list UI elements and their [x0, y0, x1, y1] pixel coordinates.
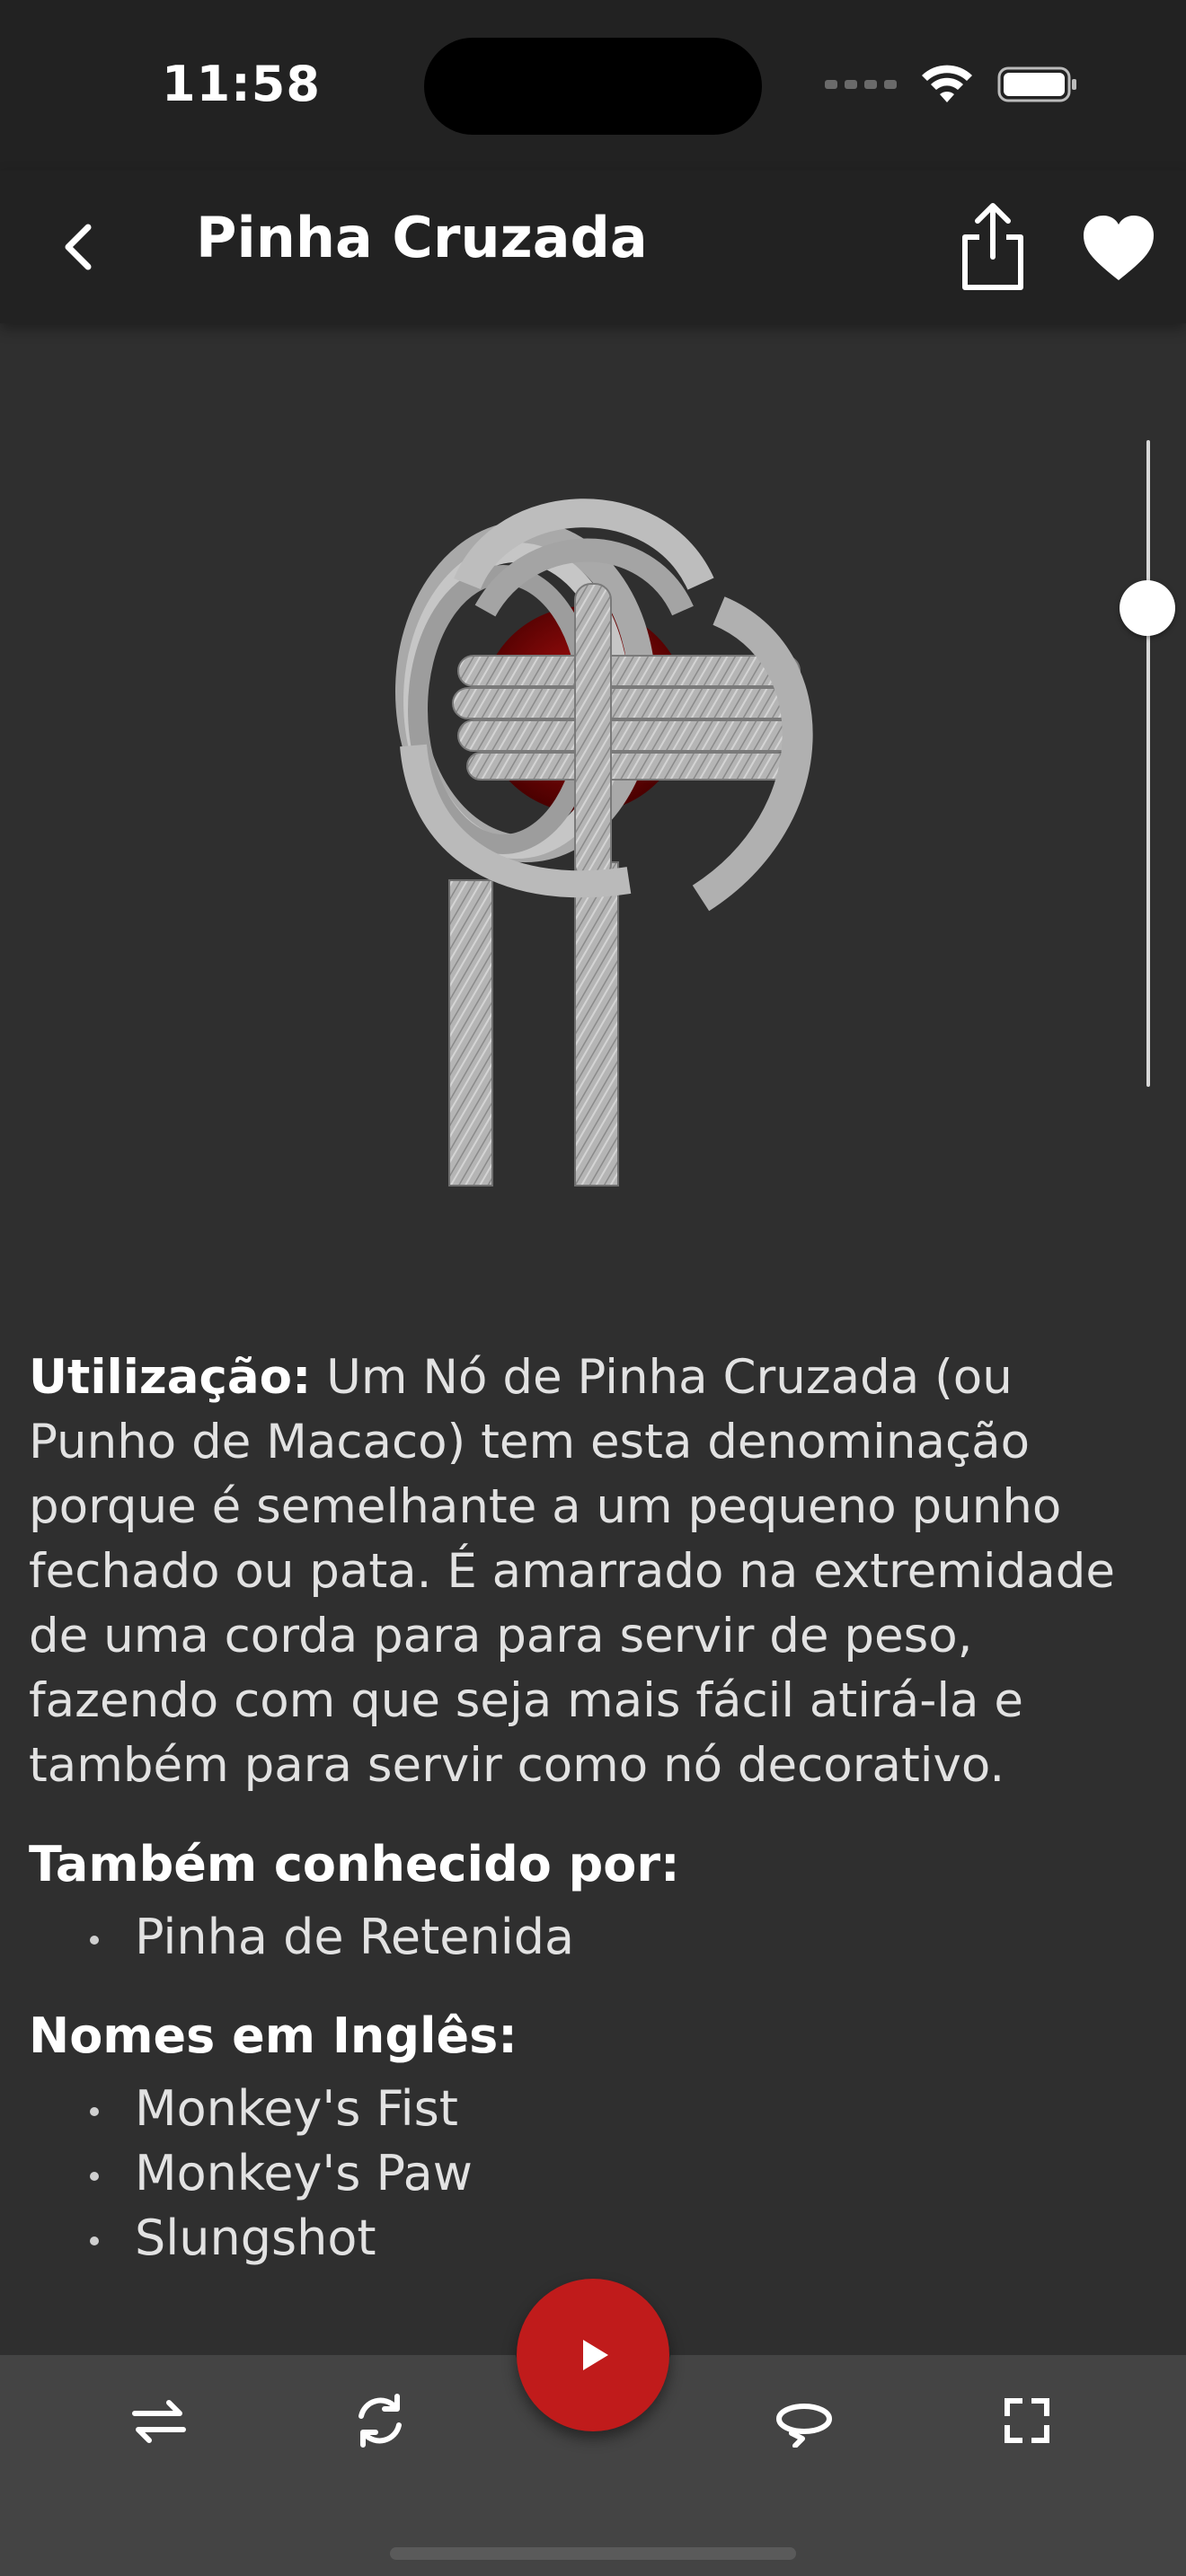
- rotate-button[interactable]: [340, 2380, 420, 2461]
- step-slider-thumb[interactable]: [1120, 580, 1175, 637]
- favorite-button[interactable]: [1078, 208, 1159, 289]
- share-button[interactable]: [952, 198, 1033, 296]
- chevron-left-icon: [65, 224, 92, 270]
- knot-description: Utilização: Um Nó de Pinha Cruzada (ou P…: [29, 1345, 1161, 2271]
- play-icon: [583, 2340, 608, 2370]
- reverse-direction-button[interactable]: [119, 2380, 199, 2461]
- usage-label: Utilização:: [29, 1350, 312, 1405]
- usage-text: Um Nó de Pinha Cruzada (ou Punho de Maca…: [29, 1350, 1115, 1793]
- battery-icon: [997, 66, 1076, 102]
- list-item: Monkey's Fist: [90, 2077, 1161, 2141]
- navigation-bar: Pinha Cruzada: [0, 171, 1186, 323]
- home-indicator: [390, 2547, 796, 2560]
- cellular-signal-icon: [825, 80, 897, 89]
- page-title: Pinha Cruzada: [196, 205, 648, 270]
- loop-icon: [776, 2404, 832, 2448]
- dynamic-island: [424, 38, 762, 135]
- fullscreen-icon: [1005, 2398, 1049, 2443]
- status-time: 11:58: [162, 56, 321, 112]
- list-item: Monkey's Paw: [90, 2141, 1161, 2206]
- play-button[interactable]: [517, 2279, 669, 2431]
- usage-paragraph: Utilização: Um Nó de Pinha Cruzada (ou P…: [29, 1345, 1161, 1798]
- step-slider-track[interactable]: [1146, 440, 1150, 1087]
- list-item: Pinha de Retenida: [90, 1905, 1161, 1970]
- status-bar: 11:58: [0, 0, 1186, 171]
- list-item: Slungshot: [90, 2206, 1161, 2271]
- also-known-title: Também conhecido por:: [29, 1836, 680, 1892]
- back-button[interactable]: [45, 211, 117, 283]
- knot-model-image: [395, 498, 813, 1187]
- rotate-icon: [358, 2394, 402, 2448]
- fullscreen-button[interactable]: [987, 2380, 1067, 2461]
- knot-3d-viewer[interactable]: [0, 323, 1186, 1239]
- english-names-list: Monkey's Fist Monkey's Paw Slungshot: [29, 2077, 1161, 2271]
- wifi-icon: [922, 65, 972, 102]
- loop-button[interactable]: [764, 2380, 845, 2461]
- share-icon: [962, 203, 1023, 290]
- english-names-title: Nomes em Inglês:: [29, 2007, 518, 2064]
- status-icons: [825, 65, 1078, 104]
- also-known-list: Pinha de Retenida: [29, 1905, 1161, 1970]
- swap-direction-icon: [132, 2400, 186, 2443]
- heart-icon: [1084, 216, 1154, 280]
